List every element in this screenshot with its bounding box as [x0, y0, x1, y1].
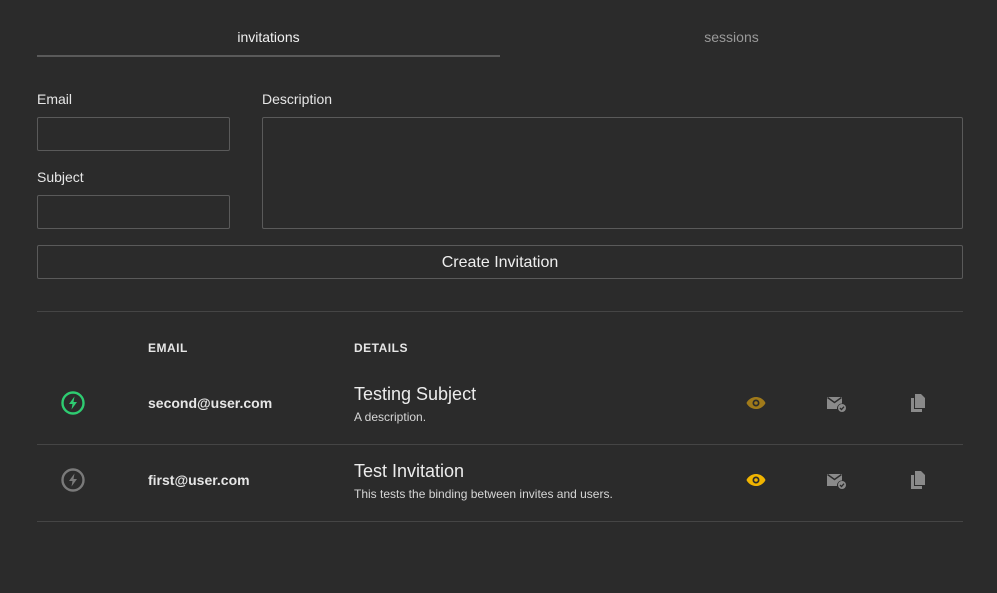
create-invitation-button[interactable]: Create Invitation	[37, 245, 963, 279]
eye-icon[interactable]	[745, 392, 767, 414]
eye-icon[interactable]	[745, 469, 767, 491]
row-divider	[37, 521, 963, 522]
description-textarea[interactable]	[262, 117, 963, 229]
mail-check-icon[interactable]	[825, 392, 847, 414]
mail-check-icon[interactable]	[825, 469, 847, 491]
table-row: first@user.com Test Invitation This test…	[37, 445, 963, 521]
description-label: Description	[262, 91, 333, 107]
section-divider	[37, 311, 963, 312]
tab-invitations[interactable]: invitations	[37, 22, 500, 57]
copy-icon[interactable]	[907, 392, 929, 414]
row-subject: Test Invitation	[354, 461, 465, 481]
column-header-email: EMAIL	[148, 341, 188, 355]
bolt-circle-icon	[61, 468, 85, 492]
row-description: This tests the binding between invites a…	[354, 487, 613, 501]
row-subject: Testing Subject	[354, 384, 477, 404]
email-input[interactable]	[37, 117, 230, 151]
copy-icon[interactable]	[907, 469, 929, 491]
row-email: second@user.com	[148, 395, 273, 411]
bolt-circle-icon	[61, 391, 85, 415]
email-label: Email	[37, 91, 73, 107]
tab-bar: invitations sessions	[37, 22, 963, 57]
subject-label: Subject	[37, 169, 84, 185]
tab-sessions[interactable]: sessions	[500, 22, 963, 57]
table-row: second@user.com Testing Subject A descri…	[37, 368, 963, 444]
row-description: A description.	[354, 410, 427, 424]
subject-input[interactable]	[37, 195, 230, 229]
column-header-details: DETAILS	[354, 341, 408, 355]
row-email: first@user.com	[148, 472, 250, 488]
